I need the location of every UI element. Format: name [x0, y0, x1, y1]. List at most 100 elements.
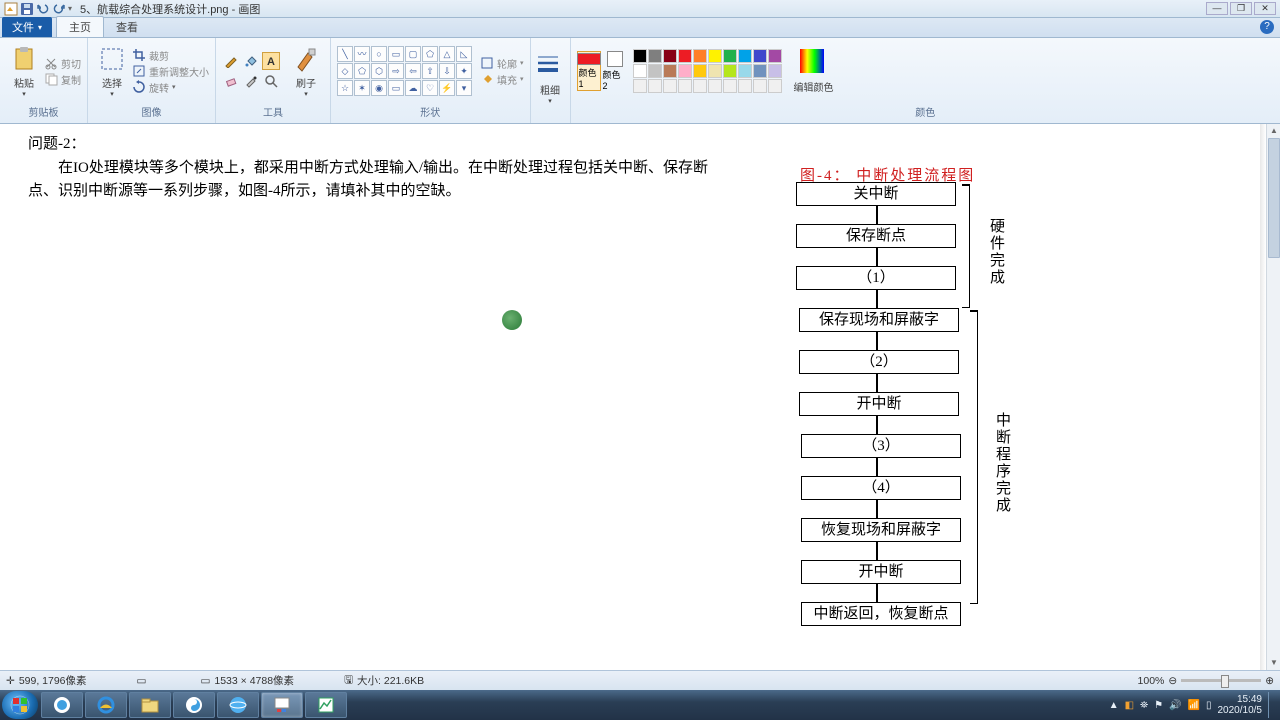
zoom-in-button[interactable]: ⊕ — [1265, 675, 1274, 687]
shape-heart[interactable]: ♡ — [422, 80, 438, 96]
edit-colors-button[interactable]: 编辑颜色 — [790, 47, 838, 96]
palette-color[interactable] — [708, 64, 722, 78]
taskbar-app-2[interactable] — [173, 692, 215, 718]
maximize-button[interactable]: ❐ — [1230, 2, 1252, 15]
resize-button[interactable]: 重新调整大小 — [132, 64, 209, 79]
palette-color[interactable] — [708, 49, 722, 63]
palette-color[interactable] — [753, 64, 767, 78]
palette-color[interactable] — [648, 79, 662, 93]
shape-callout-cloud[interactable]: ☁ — [405, 80, 421, 96]
text-tool[interactable]: A — [262, 52, 280, 70]
palette-color[interactable] — [633, 49, 647, 63]
cut-button[interactable]: 剪切 — [44, 56, 81, 71]
shape-rtriangle[interactable]: ◺ — [456, 46, 472, 62]
rotate-button[interactable]: 旋转▾ — [132, 80, 209, 95]
palette-color[interactable] — [738, 64, 752, 78]
fill-tool[interactable] — [242, 52, 260, 70]
canvas[interactable]: 问题-2： 在IO处理模块等多个模块上，都采用中断方式处理输入/输出。在中断处理… — [0, 124, 1266, 670]
scroll-up-button[interactable]: ▲ — [1267, 124, 1280, 138]
tray-icon[interactable]: ⛯ — [1140, 700, 1148, 711]
outline-button[interactable]: 轮廓▾ — [480, 56, 524, 71]
shape-5star[interactable]: ☆ — [337, 80, 353, 96]
shape-darrow[interactable]: ⇩ — [439, 63, 455, 79]
minimize-button[interactable]: — — [1206, 2, 1228, 15]
eraser-tool[interactable] — [222, 72, 240, 90]
copy-button[interactable]: 复制 — [44, 72, 81, 87]
palette-color[interactable] — [648, 64, 662, 78]
palette-color[interactable] — [768, 64, 782, 78]
scroll-down-button[interactable]: ▼ — [1267, 656, 1280, 670]
palette-color[interactable] — [738, 49, 752, 63]
shape-rarrow[interactable]: ⇨ — [388, 63, 404, 79]
palette-color[interactable] — [663, 79, 677, 93]
tray-icon[interactable]: ◧ — [1125, 700, 1134, 711]
shape-callout-round[interactable]: ◉ — [371, 80, 387, 96]
palette-color[interactable] — [678, 79, 692, 93]
scroll-thumb[interactable] — [1268, 138, 1280, 258]
clock[interactable]: 15:492020/10/5 — [1218, 694, 1263, 716]
color1-button[interactable]: 颜色 1 — [577, 51, 601, 91]
tray-icon[interactable]: ▲ — [1109, 700, 1119, 711]
shape-lightning[interactable]: ⚡ — [439, 80, 455, 96]
start-button[interactable] — [2, 691, 38, 719]
tray-icon[interactable]: 📶 — [1188, 700, 1200, 711]
shape-6star[interactable]: ✶ — [354, 80, 370, 96]
close-button[interactable]: ✕ — [1254, 2, 1276, 15]
shape-uarrow[interactable]: ⇧ — [422, 63, 438, 79]
shape-rect[interactable]: ▭ — [388, 46, 404, 62]
shapes-gallery[interactable]: ╲〰○▭▢⬠△◺ ◇⬠⬡⇨⇦⇧⇩✦ ☆✶◉▭☁♡⚡▾ — [337, 46, 472, 96]
tab-home[interactable]: 主页 — [56, 16, 104, 37]
tray-icon[interactable]: ▯ — [1206, 700, 1212, 711]
palette-color[interactable] — [633, 79, 647, 93]
palette-color[interactable] — [708, 79, 722, 93]
taskbar-app-ie[interactable] — [85, 692, 127, 718]
palette-color[interactable] — [663, 64, 677, 78]
zoom-slider[interactable] — [1181, 679, 1261, 682]
palette-color[interactable] — [723, 64, 737, 78]
stroke-button[interactable]: 粗细▾ — [532, 50, 568, 107]
palette-color[interactable] — [723, 79, 737, 93]
shape-roundrect[interactable]: ▢ — [405, 46, 421, 62]
pencil-tool[interactable] — [222, 52, 240, 70]
taskbar-app-3[interactable] — [217, 692, 259, 718]
palette-color[interactable] — [768, 49, 782, 63]
taskbar-app-1[interactable] — [41, 692, 83, 718]
tab-view[interactable]: 查看 — [104, 17, 150, 37]
palette-color[interactable] — [723, 49, 737, 63]
brushes-button[interactable]: 刷子 ▾ — [288, 43, 324, 100]
taskbar-app-paint[interactable] — [261, 692, 303, 718]
save-icon[interactable] — [20, 2, 34, 16]
palette-color[interactable] — [693, 64, 707, 78]
select-button[interactable]: 选择 ▾ — [94, 43, 130, 100]
palette-color[interactable] — [693, 49, 707, 63]
palette-color[interactable] — [663, 49, 677, 63]
taskbar-app-explorer[interactable] — [129, 692, 171, 718]
palette-color[interactable] — [648, 49, 662, 63]
shape-polygon[interactable]: ⬠ — [422, 46, 438, 62]
shape-diamond[interactable]: ◇ — [337, 63, 353, 79]
undo-icon[interactable] — [36, 2, 50, 16]
palette-color[interactable] — [768, 79, 782, 93]
palette-color[interactable] — [633, 64, 647, 78]
tray-icon[interactable]: ⚑ — [1154, 700, 1163, 711]
shape-more[interactable]: ▾ — [456, 80, 472, 96]
shape-line[interactable]: ╲ — [337, 46, 353, 62]
shape-curve[interactable]: 〰 — [354, 46, 370, 62]
zoom-out-button[interactable]: ⊖ — [1168, 675, 1177, 687]
taskbar-app-4[interactable] — [305, 692, 347, 718]
help-button[interactable]: ? — [1260, 20, 1274, 34]
qat-customize-icon[interactable]: ▾ — [68, 4, 72, 13]
shape-pentagon[interactable]: ⬠ — [354, 63, 370, 79]
palette-color[interactable] — [753, 49, 767, 63]
crop-button[interactable]: 裁剪 — [132, 48, 209, 63]
palette-color[interactable] — [753, 79, 767, 93]
shape-callout-rect[interactable]: ▭ — [388, 80, 404, 96]
shape-oval[interactable]: ○ — [371, 46, 387, 62]
show-desktop-button[interactable] — [1268, 692, 1276, 718]
picker-tool[interactable] — [242, 72, 260, 90]
shape-4star[interactable]: ✦ — [456, 63, 472, 79]
paste-button[interactable]: 粘贴 ▾ — [6, 43, 42, 100]
palette-color[interactable] — [678, 49, 692, 63]
palette-color[interactable] — [678, 64, 692, 78]
tray-icon[interactable]: 🔊 — [1169, 700, 1181, 711]
